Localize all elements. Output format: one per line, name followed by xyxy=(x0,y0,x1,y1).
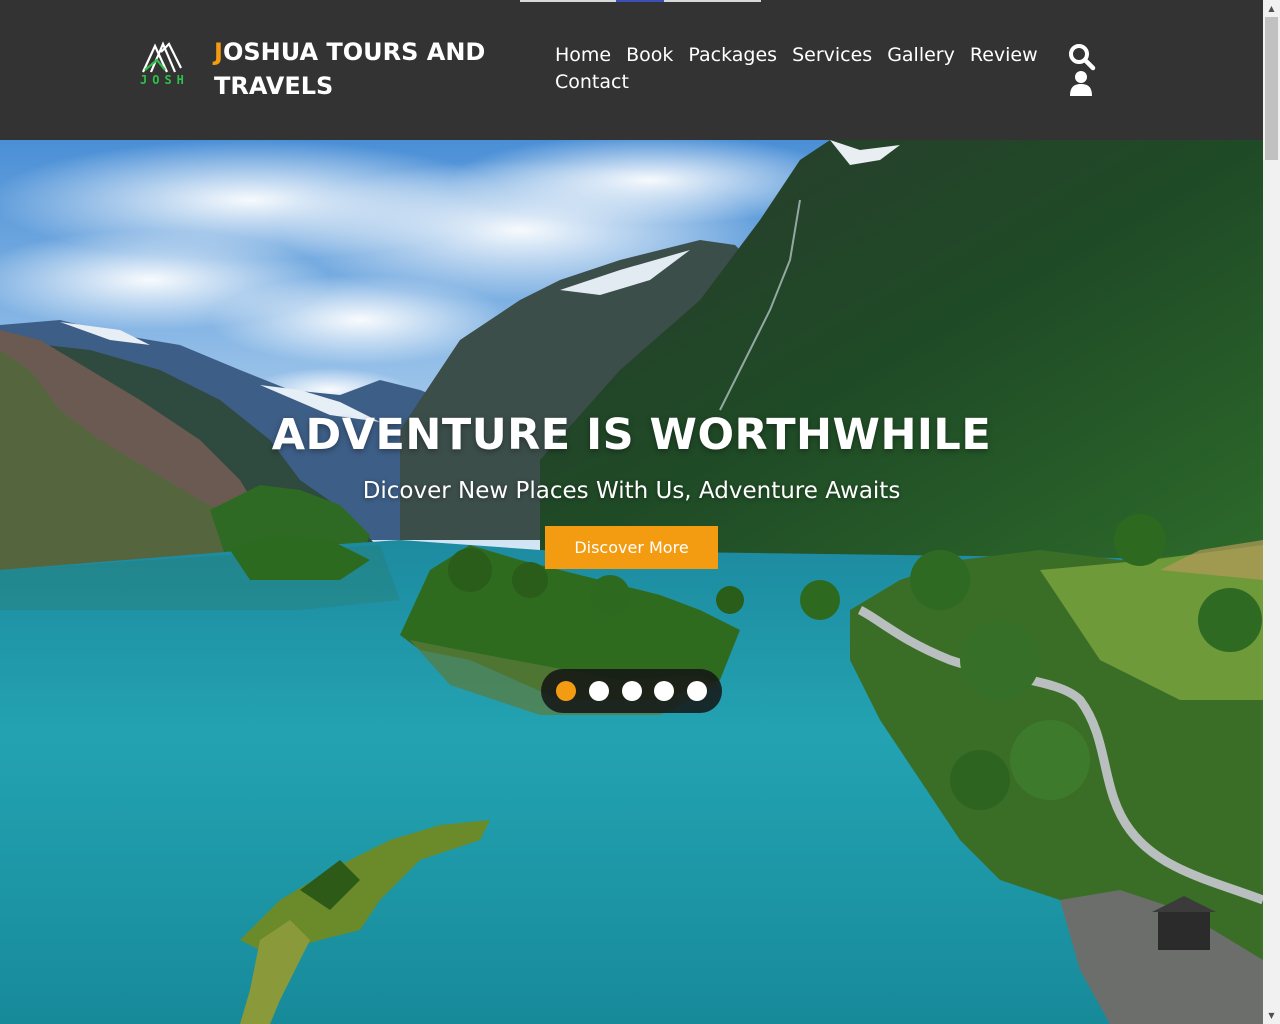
slider-dot-4[interactable] xyxy=(654,681,674,701)
loading-strip-segment xyxy=(616,0,664,2)
page-scrollbar[interactable]: ▲ ▼ xyxy=(1263,0,1280,1024)
nav-packages[interactable]: Packages xyxy=(688,42,777,69)
nav-contact[interactable]: Contact xyxy=(555,69,629,96)
slider-dot-5[interactable] xyxy=(687,681,707,701)
viewport: JOSH JOSHUA TOURS AND TRAVELS Home Book Pa… xyxy=(0,0,1263,1024)
scroll-down-arrow-icon[interactable]: ▼ xyxy=(1263,1007,1280,1024)
brand-name[interactable]: JOSHUA TOURS AND TRAVELS xyxy=(214,35,514,103)
scroll-up-arrow-icon[interactable]: ▲ xyxy=(1263,0,1280,17)
nav-home[interactable]: Home xyxy=(555,42,611,69)
brand-line1: OSHUA TOURS AND xyxy=(222,38,486,66)
hero-subtitle: Dicover New Places With Us, Adventure Aw… xyxy=(362,478,901,504)
slider-dot-3[interactable] xyxy=(622,681,642,701)
hero-title: ADVENTURE IS WORTHWHILE xyxy=(271,410,992,460)
user-icon[interactable] xyxy=(1069,70,1093,96)
discover-more-button[interactable]: Discover More xyxy=(545,526,718,569)
nav-review[interactable]: Review xyxy=(970,42,1038,69)
slider-dots xyxy=(541,669,722,713)
main-nav: Home Book Packages Services Gallery Review Co… xyxy=(555,42,1055,96)
logo-text: JOSH xyxy=(140,73,189,87)
brand-first-letter: J xyxy=(214,38,223,66)
hero-background-image xyxy=(0,140,1263,1024)
slider-dot-2[interactable] xyxy=(589,681,609,701)
slider-dot-1[interactable] xyxy=(556,681,576,701)
nav-gallery[interactable]: Gallery xyxy=(887,42,955,69)
nav-services[interactable]: Services xyxy=(792,42,872,69)
brand-line2: TRAVELS xyxy=(214,72,334,100)
search-icon[interactable] xyxy=(1068,43,1096,71)
scrollbar-thumb[interactable] xyxy=(1265,17,1278,160)
site-header: JOSH JOSHUA TOURS AND TRAVELS Home Book Pa… xyxy=(0,0,1263,140)
nav-book[interactable]: Book xyxy=(626,42,673,69)
hero-section: ADVENTURE IS WORTHWHILE Dicover New Plac… xyxy=(0,140,1263,1024)
loading-strip xyxy=(520,0,761,2)
